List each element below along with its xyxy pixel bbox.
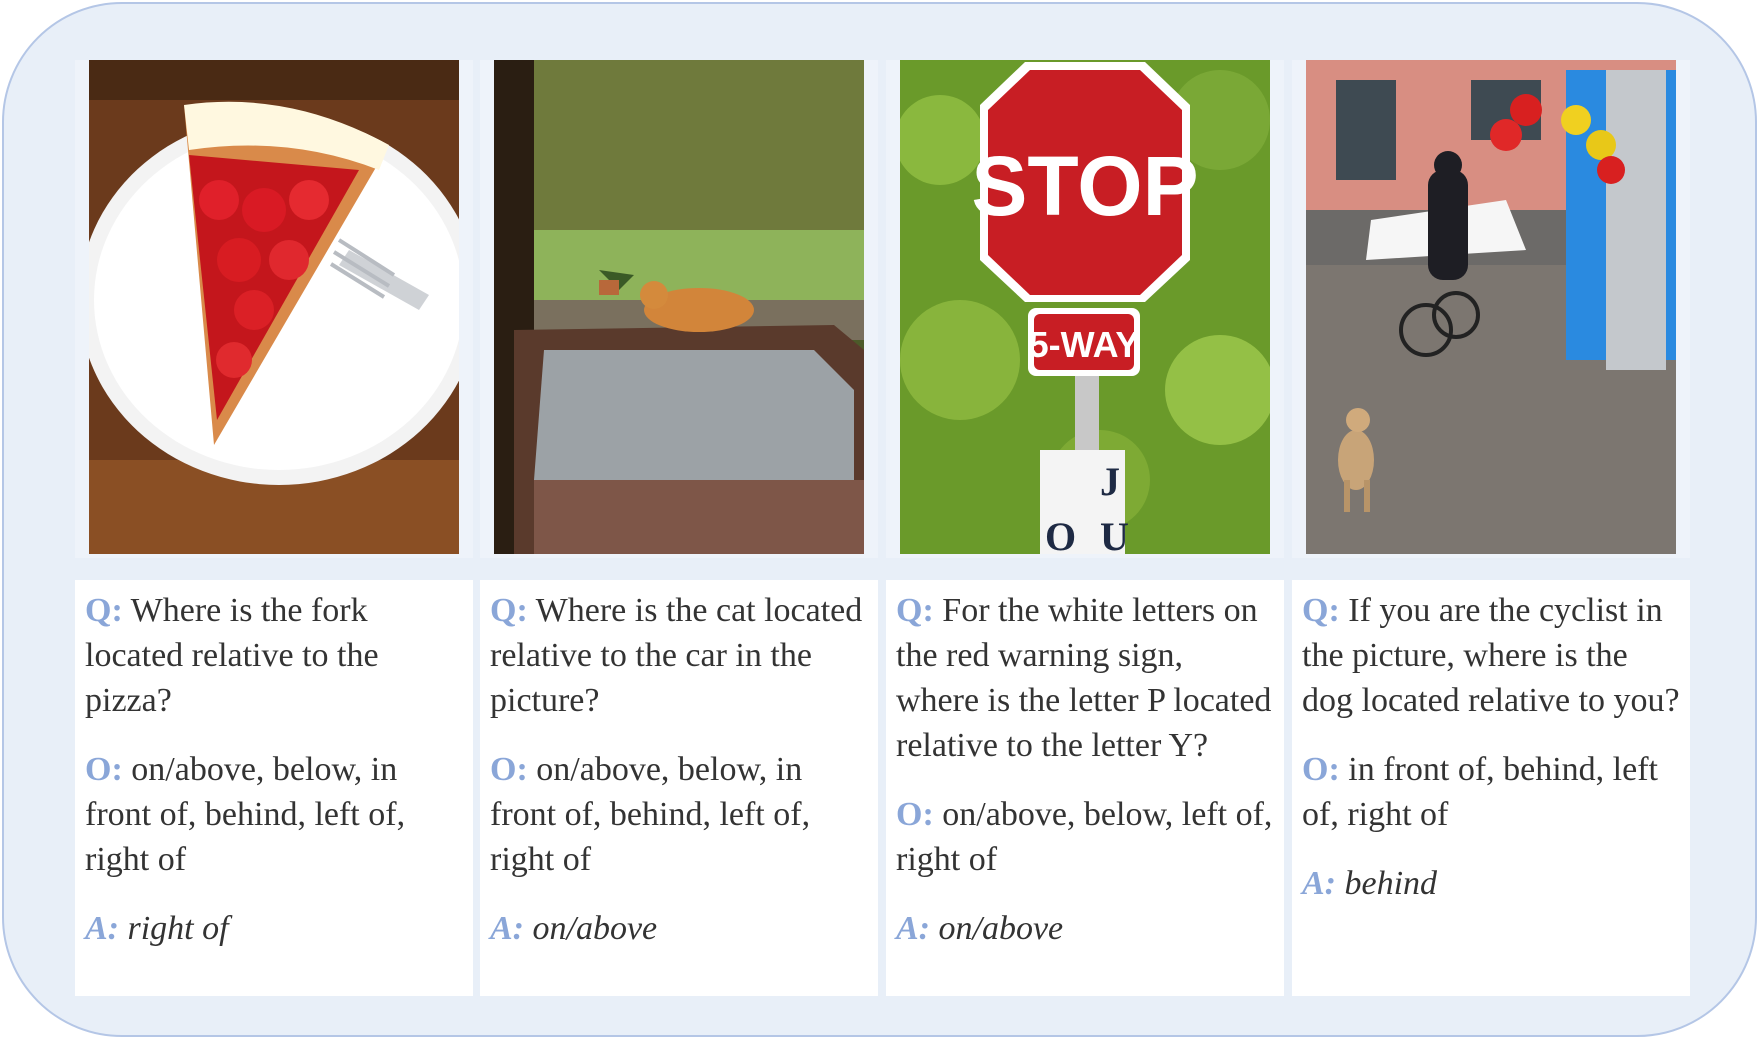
question: Q: Where is the fork located relative to… (85, 588, 463, 723)
post-letter-j: J (1100, 459, 1120, 504)
question-label: Q: (490, 592, 528, 629)
question-label: Q: (1302, 592, 1340, 629)
five-way-text: 5-WAY (1029, 324, 1140, 365)
answer: A: on/above (490, 906, 868, 951)
options-text: in front of, behind, left of, right of (1302, 751, 1658, 833)
options-text: on/above, below, left of, right of (896, 796, 1273, 878)
example-card-3: J U O STOP 5-WAY Q: For the white letter… (886, 60, 1284, 996)
stop-sign-image: J U O STOP 5-WAY (900, 60, 1270, 554)
strawberry-tart-image (89, 60, 459, 554)
qa-card: Q: Where is the fork located relative to… (75, 580, 473, 996)
qa-card: Q: If you are the cyclist in the picture… (1292, 580, 1690, 996)
image-frame (480, 60, 878, 558)
example-card-2: Q: Where is the cat located relative to … (480, 60, 878, 996)
answer-text: right of (127, 910, 229, 947)
answer-label: A: (1302, 865, 1336, 902)
question-text: Where is the cat located relative to the… (490, 592, 863, 719)
answer-text: on/above (532, 910, 658, 947)
options: O: in front of, behind, left of, right o… (1302, 747, 1680, 837)
image-frame: J U O STOP 5-WAY (886, 60, 1284, 558)
options-label: O: (85, 751, 123, 788)
question: Q: Where is the cat located relative to … (490, 588, 868, 723)
options-text: on/above, below, in front of, behind, le… (490, 751, 811, 878)
options-text: on/above, below, in front of, behind, le… (85, 751, 406, 878)
options: O: on/above, below, left of, right of (896, 792, 1274, 882)
post-letter-o: O (1045, 514, 1076, 554)
options: O: on/above, below, in front of, behind,… (490, 747, 868, 882)
example-card-4: Q: If you are the cyclist in the picture… (1292, 60, 1690, 996)
post-letter-u: U (1100, 514, 1129, 554)
question: Q: For the white letters on the red warn… (896, 588, 1274, 768)
answer-label: A: (85, 910, 119, 947)
answer: A: right of (85, 906, 463, 951)
options-label: O: (1302, 751, 1340, 788)
options: O: on/above, below, in front of, behind,… (85, 747, 463, 882)
image-frame (1292, 60, 1690, 558)
image-frame (75, 60, 473, 558)
question-label: Q: (85, 592, 123, 629)
example-card-1: Q: Where is the fork located relative to… (75, 60, 473, 996)
question-text: Where is the fork located relative to th… (85, 592, 379, 719)
answer-label: A: (896, 910, 930, 947)
answer-label: A: (490, 910, 524, 947)
cat-on-car-image (494, 60, 864, 554)
options-label: O: (490, 751, 528, 788)
question-label: Q: (896, 592, 934, 629)
answer-text: behind (1344, 865, 1438, 902)
answer-text: on/above (938, 910, 1064, 947)
qa-card: Q: For the white letters on the red warn… (886, 580, 1284, 996)
qa-card: Q: Where is the cat located relative to … (480, 580, 878, 996)
question: Q: If you are the cyclist in the picture… (1302, 588, 1680, 723)
question-text: For the white letters on the red warning… (896, 592, 1272, 764)
question-text: If you are the cyclist in the picture, w… (1302, 592, 1680, 719)
answer: A: on/above (896, 906, 1274, 951)
answer: A: behind (1302, 861, 1680, 906)
cyclist-and-dog-image (1306, 60, 1676, 554)
options-label: O: (896, 796, 934, 833)
stop-text: STOP (971, 139, 1198, 233)
